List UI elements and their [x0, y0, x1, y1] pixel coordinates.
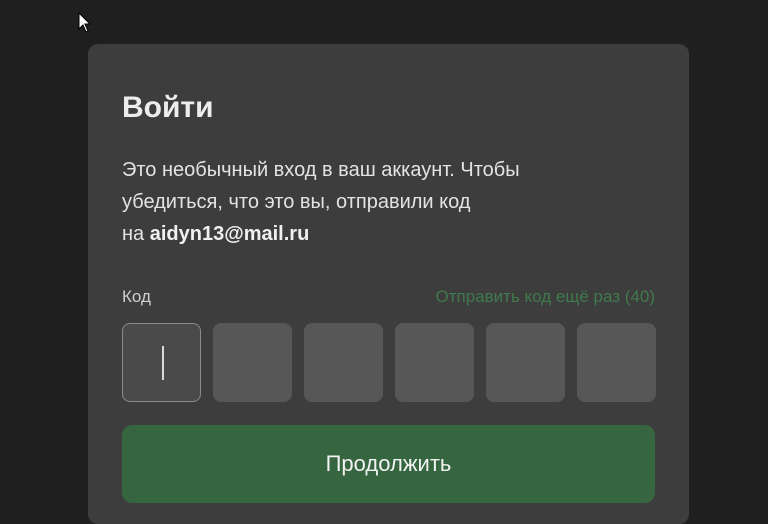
code-digit-3[interactable] — [304, 323, 383, 402]
resend-code-link[interactable]: Отправить код ещё раз (40) — [436, 287, 655, 307]
code-digit-1[interactable] — [122, 323, 201, 402]
text-caret — [162, 346, 164, 380]
verification-description: Это необычный вход в ваш аккаунт. Чтобы … — [122, 154, 622, 250]
code-input-group — [122, 323, 656, 402]
email-address: aidyn13@mail.ru — [149, 223, 310, 245]
code-digit-4[interactable] — [395, 323, 474, 402]
code-digit-6[interactable] — [577, 323, 656, 402]
login-card: Войти Это необычный вход в ваш аккаунт. … — [88, 44, 689, 524]
description-line-1: Это необычный вход в ваш аккаунт. Чтобы — [122, 159, 520, 181]
continue-button[interactable]: Продолжить — [122, 425, 655, 503]
page-title: Войти — [122, 91, 214, 124]
code-digit-2[interactable] — [213, 323, 292, 402]
description-prefix: на — [122, 223, 150, 245]
code-digit-5[interactable] — [486, 323, 565, 402]
code-label: Код — [122, 287, 151, 306]
description-line-2: убедиться, что это вы, отправили код — [122, 191, 471, 213]
mouse-pointer-icon — [78, 12, 92, 33]
